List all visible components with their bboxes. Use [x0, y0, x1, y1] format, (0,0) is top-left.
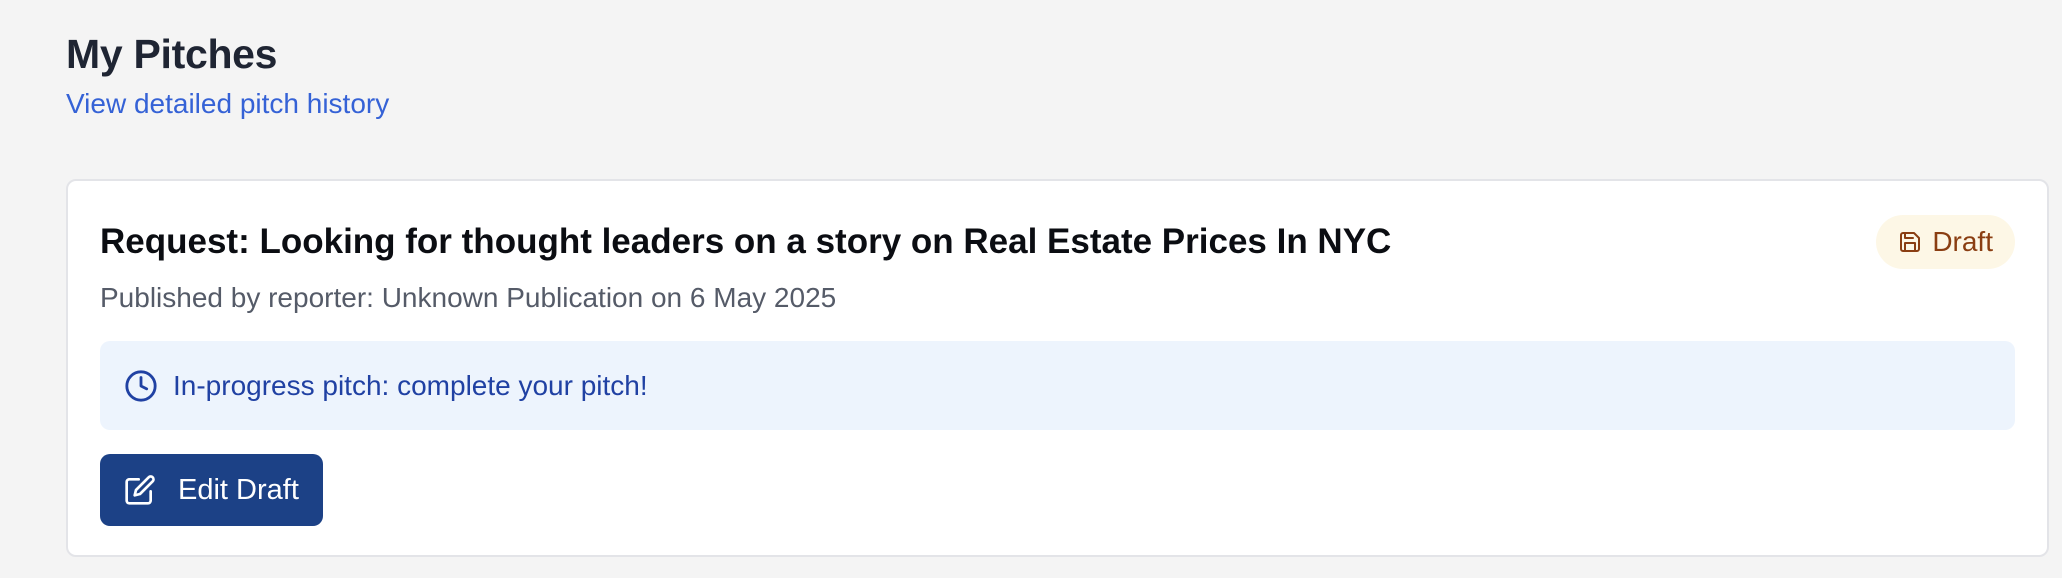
save-icon [1898, 230, 1922, 254]
pitch-history-link[interactable]: View detailed pitch history [66, 86, 389, 122]
edit-icon [124, 474, 156, 506]
notice-text: In-progress pitch: complete your pitch! [173, 369, 648, 401]
status-badge: Draft [1876, 215, 2015, 269]
page-header: My Pitches View detailed pitch history [66, 28, 389, 122]
pitches-page: My Pitches View detailed pitch history R… [0, 0, 2062, 578]
status-label: Draft [1932, 226, 1993, 257]
pitch-publication-info: Published by reporter: Unknown Publicati… [100, 282, 837, 313]
pitch-title: Request: Looking for thought leaders on … [100, 222, 1392, 261]
page-title: My Pitches [66, 31, 278, 77]
in-progress-notice: In-progress pitch: complete your pitch! [100, 341, 2015, 430]
edit-draft-button[interactable]: Edit Draft [100, 454, 323, 526]
clock-icon [124, 369, 158, 403]
pitch-card: Request: Looking for thought leaders on … [66, 179, 2049, 557]
edit-draft-label: Edit Draft [178, 473, 299, 506]
